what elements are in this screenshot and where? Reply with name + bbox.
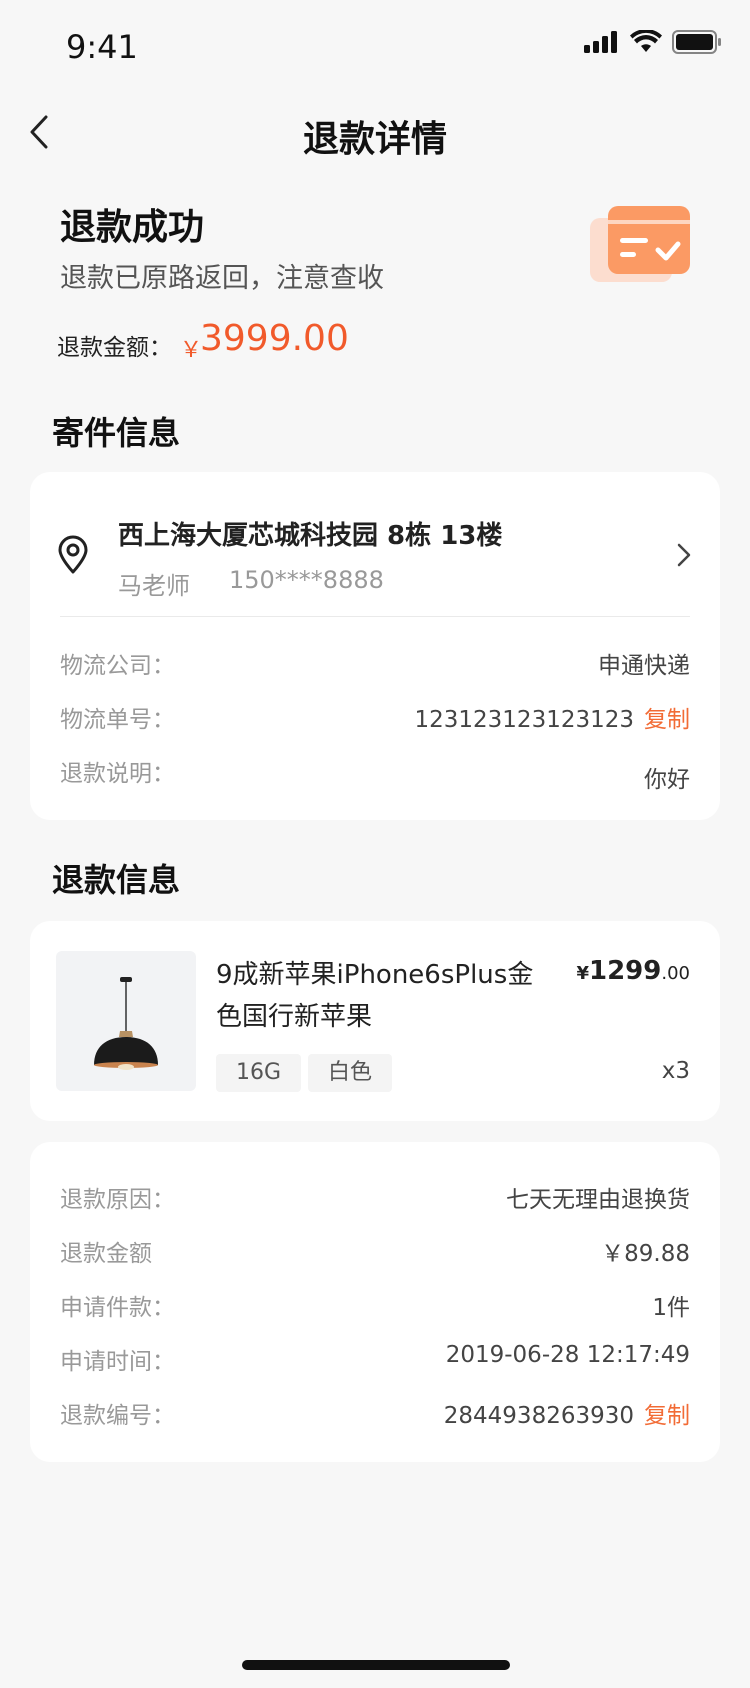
apply-quantity-value: 1件 [652, 1295, 690, 1321]
tracking-number-label: 物流单号： [60, 707, 175, 733]
refund-number-label: 退款编号： [60, 1403, 175, 1429]
apply-quantity-label: 申请件款： [60, 1295, 175, 1321]
product-image [56, 951, 196, 1091]
refund-number-row: 2844938263930 复制 [444, 1396, 690, 1430]
refund-reason-value: 七天无理由退换货 [506, 1187, 690, 1213]
product-color-tag: 白色 [308, 1054, 393, 1092]
tracking-number-value: 123123123123123 [414, 707, 635, 733]
shipping-section-title: 寄件信息 [52, 414, 181, 452]
refund-amount-value: 3999.00 [200, 318, 349, 359]
logistics-company-value: 申通快递 [598, 653, 690, 679]
battery-icon [672, 30, 721, 54]
logistics-company-label: 物流公司： [60, 653, 175, 679]
refund-section-title: 退款信息 [52, 861, 181, 899]
apply-time-label: 申请时间： [60, 1349, 175, 1375]
contact-phone: 150****8888 [229, 566, 384, 594]
copy-refund-number-button[interactable]: 复制 [644, 1403, 690, 1429]
refund-number-value: 2844938263930 [443, 1403, 634, 1429]
location-pin-icon [58, 535, 88, 574]
tracking-number-row: 123123123123123 复制 [415, 700, 691, 734]
product-quantity: x3 [661, 1058, 690, 1084]
refund-amount-row-label: 退款金额 [60, 1241, 152, 1267]
signal-icon [584, 31, 617, 53]
home-indicator [242, 1660, 510, 1670]
refund-amount-currency: ￥ [180, 338, 203, 363]
divider [60, 616, 690, 617]
refund-note-label: 退款说明： [60, 761, 175, 787]
product-price-decimal: .00 [661, 963, 690, 984]
refund-status-title: 退款成功 [60, 207, 205, 248]
product-price: ¥1299.00 [576, 956, 690, 986]
product-price-currency: ¥ [576, 963, 589, 984]
status-time: 9:41 [66, 28, 138, 66]
chevron-right-icon[interactable] [674, 541, 694, 569]
refund-note-value: 你好 [644, 767, 690, 793]
product-price-integer: 1299 [588, 956, 662, 986]
contact-name: 马老师 [118, 572, 190, 600]
refund-amount-label: 退款金额： [57, 335, 172, 361]
product-spec-tag: 16G [216, 1054, 302, 1092]
refund-status-subtitle: 退款已原路返回，注意查收 [60, 263, 384, 294]
refund-reason-label: 退款原因： [60, 1187, 175, 1213]
pendant-lamp-icon [94, 977, 158, 1070]
shipping-address[interactable]: 西上海大厦芯城科技园 8栋 13楼 [118, 515, 502, 552]
page-title: 退款详情 [302, 119, 447, 160]
refund-card-icon [590, 206, 690, 282]
refund-amount-row-value: ￥89.88 [601, 1241, 690, 1267]
wifi-icon [630, 30, 662, 52]
apply-time-value: 2019-06-28 12:17:49 [445, 1342, 690, 1368]
copy-tracking-button[interactable]: 复制 [644, 707, 690, 733]
status-icons [584, 30, 722, 54]
product-title[interactable]: 9成新苹果iPhone6sPlus金色国行新苹果 [216, 954, 556, 1038]
